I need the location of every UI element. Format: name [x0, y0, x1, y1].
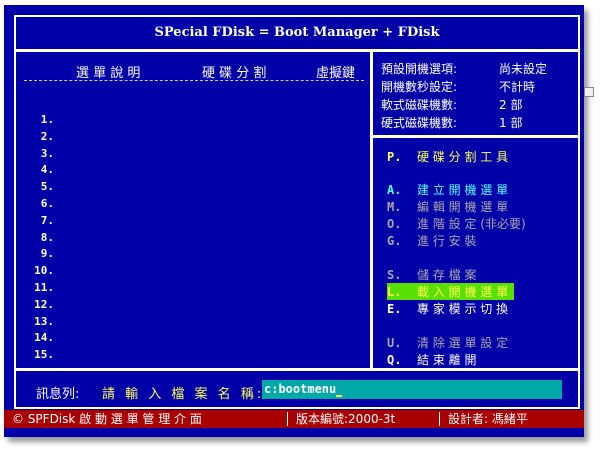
menu-item-key: M.	[387, 200, 402, 214]
header-partition: 硬 碟 分 割	[202, 66, 267, 81]
info-line: 硬式磁碟機數: 1 部	[381, 114, 522, 131]
info-label: 預設開機選項:	[381, 62, 458, 76]
menu-item-label: 清 除 選 單 設 定	[417, 336, 509, 350]
info-value: 尚未設定	[499, 62, 548, 76]
menu-item-label: 進 行 安 裝	[417, 234, 477, 248]
settings-info-panel: 預設開機選項: 尚未設定開機數秒設定: 不計時軟式磁碟機數: 2 部硬式磁碟機數: 1 …	[371, 50, 580, 137]
spfdisk-window: SPecial FDisk = Boot Manager + FDisk 選 單…	[4, 5, 594, 437]
app-title: SPecial FDisk = Boot Manager + FDisk	[154, 25, 440, 40]
menu-item-key: Q.	[387, 353, 402, 367]
menu-item-label: 結 束 離 開	[417, 353, 477, 367]
header-divider	[24, 80, 364, 81]
header-virtual-key: 虛擬鍵	[316, 66, 356, 81]
menu-item-e[interactable]: E. 專 家 模 示 切 換	[387, 300, 508, 317]
boot-entry-row[interactable]: 9.	[41, 247, 54, 260]
command-menu: P. 硬 碟 分 割 工 具 A. 建 立 開 機 選 單 M. 編 輯 開 機 選 單O…	[371, 136, 580, 370]
menu-item-label: 儲 存 檔 案	[417, 268, 477, 282]
info-value: 不計時	[499, 80, 536, 94]
menu-item-key: S.	[387, 268, 402, 282]
info-line: 開機數秒設定: 不計時	[381, 78, 535, 95]
menu-item-a[interactable]: A. 建 立 開 機 選 單	[387, 181, 508, 198]
boot-entry-row[interactable]: 13.	[34, 315, 54, 328]
boot-entry-row[interactable]: 12.	[34, 298, 54, 311]
info-value: 1 部	[499, 116, 523, 130]
menu-item-q[interactable]: Q. 結 束 離 開	[387, 351, 476, 368]
boot-entry-row[interactable]: 14.	[34, 331, 54, 344]
boot-entry-row[interactable]: 2.	[41, 130, 54, 143]
status-author: 設計者: 馮緒平	[448, 412, 528, 426]
menu-item-key: P.	[387, 150, 402, 164]
info-label: 軟式磁碟機數:	[381, 98, 458, 112]
message-label: 訊息列:	[36, 387, 80, 402]
boot-entry-row[interactable]: 6.	[41, 197, 54, 210]
status-app-name: © SPFDisk 啟 動 選 單 管 理 介 面	[12, 412, 202, 426]
info-line: 預設開機選項: 尚未設定	[381, 60, 547, 77]
boot-entry-row[interactable]: 1.	[41, 113, 54, 126]
boot-entry-row[interactable]: 5.	[41, 180, 54, 193]
info-line: 軟式磁碟機數: 2 部	[381, 96, 522, 113]
filename-input[interactable]: c:bootmenu	[262, 380, 562, 399]
status-divider	[439, 412, 440, 426]
boot-entry-row[interactable]: 4.	[41, 163, 54, 176]
boot-entry-list: 選 單 說 明 硬 碟 分 割 虛擬鍵 1. 2. 3. 4. 5. 6. 7. 8. 9. 10…	[14, 50, 372, 370]
menu-item-label: 載 入 開 機 選 單	[417, 285, 509, 299]
menu-item-l[interactable]: L. 載 入 開 機 選 單	[387, 283, 515, 300]
menu-item-key: G.	[387, 234, 402, 248]
boot-entry-row[interactable]: 8.	[41, 231, 54, 244]
status-divider	[287, 412, 288, 426]
menu-item-u[interactable]: U. 清 除 選 單 設 定	[387, 334, 508, 351]
title-bar: SPecial FDisk = Boot Manager + FDisk	[14, 15, 580, 51]
info-label: 開機數秒設定:	[381, 80, 458, 94]
menu-item-s[interactable]: S. 儲 存 檔 案	[387, 266, 476, 283]
filename-input-value: c:bootmenu	[264, 382, 337, 396]
menu-item-label: 專 家 模 示 切 換	[417, 302, 509, 316]
menu-item-label: 建 立 開 機 選 單	[417, 183, 509, 197]
text-cursor	[336, 395, 343, 397]
boot-entry-row[interactable]: 15.	[34, 348, 54, 361]
menu-item-key: U.	[387, 336, 402, 350]
info-label: 硬式磁碟機數:	[381, 116, 458, 130]
scroll-up-icon[interactable]	[584, 87, 594, 97]
menu-item-key: A.	[387, 183, 402, 197]
status-version: 版本編號:2000-3t	[296, 412, 396, 426]
boot-entry-row[interactable]: 3.	[41, 147, 54, 160]
menu-item-m[interactable]: M. 編 輯 開 機 選 單	[387, 198, 508, 215]
message-bar: 訊息列: 請 輸 入 檔 案 名 稱: c:bootmenu	[14, 369, 580, 409]
info-value: 2 部	[499, 98, 523, 112]
message-prompt: 請 輸 入 檔 案 名 稱:	[102, 387, 265, 402]
menu-item-key: L.	[387, 285, 402, 299]
boot-entry-row[interactable]: 10.	[34, 264, 54, 277]
status-bar: © SPFDisk 啟 動 選 單 管 理 介 面 版本編號:2000-3t 設…	[4, 410, 584, 428]
header-menu-description: 選 單 說 明	[76, 66, 141, 81]
boot-entry-row[interactable]: 7.	[41, 214, 54, 227]
menu-item-g[interactable]: G. 進 行 安 裝	[387, 232, 476, 249]
menu-item-label: 進 階 設 定 (非必要)	[417, 217, 526, 231]
boot-entry-row[interactable]: 11.	[34, 281, 54, 294]
menu-item-label: 硬 碟 分 割 工 具	[417, 150, 509, 164]
menu-item-key: O.	[387, 217, 402, 231]
menu-item-p[interactable]: P. 硬 碟 分 割 工 具	[387, 148, 508, 165]
menu-item-label: 編 輯 開 機 選 單	[417, 200, 509, 214]
menu-item-o[interactable]: O. 進 階 設 定 (非必要)	[387, 215, 526, 232]
menu-item-key: E.	[387, 302, 402, 316]
